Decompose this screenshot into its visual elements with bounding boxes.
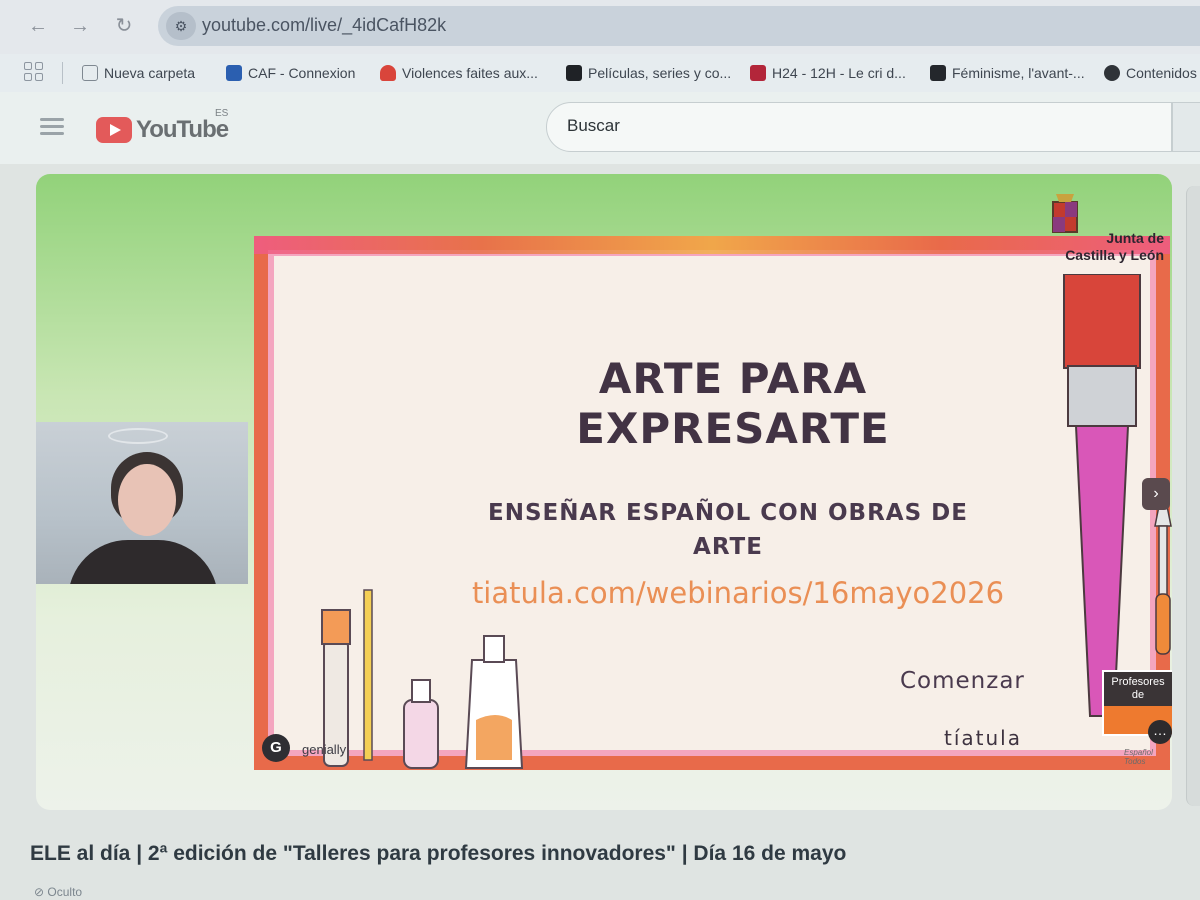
apps-grid-icon[interactable] <box>24 62 44 82</box>
visibility-label: Oculto <box>47 885 83 899</box>
bookmarks-bar: Nueva carpeta CAF - Connexion Violences … <box>0 54 1200 92</box>
youtube-wordmark: YouTube <box>136 116 229 143</box>
favicon-red <box>380 65 396 81</box>
slide-subtitle-line1: ENSEÑAR ESPAÑOL CON OBRAS DE <box>488 500 968 526</box>
folder-icon <box>82 65 98 81</box>
bookmark-nueva-carpeta[interactable]: Nueva carpeta <box>82 61 195 85</box>
badge-footer: Español Todos <box>1124 748 1153 766</box>
knife-shaft <box>1158 525 1168 597</box>
bookmark-contenidos[interactable]: Contenidos <box>1104 61 1197 85</box>
bookmark-label: Féminisme, l'avant-... <box>952 65 1085 81</box>
reload-icon[interactable]: ↻ <box>110 12 138 40</box>
institution-logo: Junta de Castilla y León <box>1044 230 1164 264</box>
bookmark-label: Contenidos <box>1126 65 1197 81</box>
video-title: ELE al día | 2ª edición de "Talleres par… <box>30 842 847 865</box>
bookmarks-separator <box>62 62 63 84</box>
visibility-status: ⊘ Oculto <box>34 885 83 899</box>
start-button[interactable]: Comenzar <box>900 668 1025 694</box>
presenter-face <box>118 464 176 536</box>
back-arrow-icon[interactable]: ← <box>24 12 52 40</box>
big-brush-ferrule <box>1067 365 1137 427</box>
slide-title: ARTE PARA EXPRESARTE <box>268 354 1172 454</box>
paint-tube-pink-cap <box>411 679 431 703</box>
slide-title-line1: ARTE PARA <box>598 354 868 403</box>
genially-label: genially <box>302 742 347 757</box>
search-placeholder: Buscar <box>567 116 620 135</box>
paint-tube-orange-cap <box>483 635 505 663</box>
next-slide-arrow-icon[interactable]: › <box>1142 478 1170 510</box>
bookmark-peliculas[interactable]: Películas, series y co... <box>566 61 731 85</box>
youtube-play-icon <box>96 117 132 143</box>
ceiling-lamp <box>108 428 168 444</box>
hamburger-menu-icon[interactable] <box>40 118 64 136</box>
search-button[interactable] <box>1172 102 1200 152</box>
forward-arrow-icon[interactable]: → <box>66 12 94 40</box>
bookmark-feminisme[interactable]: Féminisme, l'avant-... <box>930 61 1085 85</box>
caf-icon <box>226 65 242 81</box>
paint-tube-pink <box>403 699 439 769</box>
bookmark-label: H24 - 12H - Le cri d... <box>772 65 906 81</box>
big-brush-bristles <box>1063 274 1141 369</box>
bookmark-label: Películas, series y co... <box>588 65 732 81</box>
side-panel-edge <box>1186 186 1200 806</box>
slide-subtitle-line2: ARTE <box>693 534 763 560</box>
presenter-webcam <box>36 422 248 584</box>
bookmark-label: Nueva carpeta <box>104 65 196 81</box>
globe-icon <box>1104 65 1120 81</box>
palette-knife-illustration <box>1154 486 1172 655</box>
slide-subtitle: ENSEÑAR ESPAÑOL CON OBRAS DE ARTE <box>458 496 998 564</box>
address-bar[interactable]: ⚙ youtube.com/live/_4idCafH82k <box>158 6 1200 46</box>
tiatula-logo: tíatula <box>944 726 1022 750</box>
slide-title-line2: EXPRESARTE <box>576 404 890 453</box>
video-player[interactable]: ARTE PARA EXPRESARTE ENSEÑAR ESPAÑOL CON… <box>36 174 1172 810</box>
paint-tube-orange-fill <box>476 715 512 760</box>
favicon-a <box>750 65 766 81</box>
more-options-icon[interactable]: … <box>1148 720 1172 744</box>
favicon-dark <box>566 65 582 81</box>
presentation-slide: ARTE PARA EXPRESARTE ENSEÑAR ESPAÑOL CON… <box>254 236 1172 770</box>
bookmark-label: CAF - Connexion <box>248 65 356 81</box>
favicon-book <box>930 65 946 81</box>
brush-bristles <box>321 609 351 645</box>
genially-badge[interactable]: G genially <box>262 730 372 764</box>
bookmark-label: Violences faites aux... <box>402 65 538 81</box>
address-url[interactable]: youtube.com/live/_4idCafH82k <box>202 15 446 36</box>
youtube-header: YouTube ES Buscar <box>0 92 1200 164</box>
genially-logo-icon: G <box>262 734 290 762</box>
site-settings-icon[interactable]: ⚙ <box>166 12 196 40</box>
institution-line1: Junta de <box>1106 230 1164 246</box>
bookmark-violences[interactable]: Violences faites aux... <box>380 61 538 85</box>
institution-line2: Castilla y León <box>1065 247 1164 263</box>
browser-toolbar: ← → ↻ ⚙ youtube.com/live/_4idCafH82k <box>0 0 1200 54</box>
region-code: ES <box>215 108 229 119</box>
paintbrush-illustration <box>1063 274 1141 717</box>
presenter-body <box>68 540 218 584</box>
profesores-badge-text: Profesores de <box>1104 672 1172 706</box>
bookmark-caf[interactable]: CAF - Connexion <box>226 61 355 85</box>
knife-handle <box>1155 593 1171 655</box>
search-input[interactable]: Buscar <box>546 102 1172 152</box>
bookmark-h24[interactable]: H24 - 12H - Le cri d... <box>750 61 906 85</box>
